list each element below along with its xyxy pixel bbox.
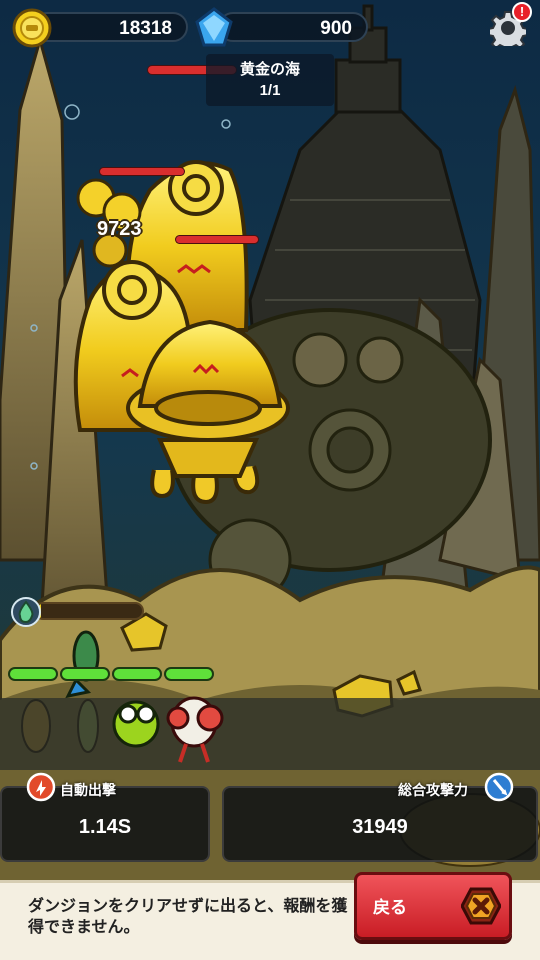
back-button[interactable]: 戻る xyxy=(354,872,512,940)
hero-hp-bar xyxy=(62,669,108,679)
game-screen: 18318 900 ! 黄金の海 1/1 9723 自動出撃 1.14S 総合攻… xyxy=(0,0,540,960)
notification-badge[interactable]: ! xyxy=(512,2,532,22)
enemy-hp-bar xyxy=(176,236,258,243)
stage-name: 黄金の海 xyxy=(239,60,300,78)
stage-progress: 1/1 xyxy=(259,82,281,99)
gold-amount: 18318 xyxy=(119,18,172,39)
attack-info-icon[interactable] xyxy=(484,772,514,802)
exit-warning-text: ダンジョンをクリアせずに出ると、報酬を獲得できません。 xyxy=(28,896,348,936)
gold-counter: 18318 xyxy=(32,12,188,42)
drop-skill-icon xyxy=(11,597,41,627)
stage-info: 黄金の海 1/1 xyxy=(206,54,334,106)
hero-hp-bar xyxy=(10,669,56,679)
enemy-hp-bar xyxy=(100,168,184,175)
total-attack-label: 総合攻撃力 xyxy=(398,783,468,799)
blue-gem-icon xyxy=(195,7,233,47)
hero-hp-bar xyxy=(166,669,212,679)
hero-hp-bar xyxy=(114,669,160,679)
close-x-icon xyxy=(461,887,501,925)
total-attack-value: 31949 xyxy=(352,816,408,838)
gold-coin-icon xyxy=(12,8,52,48)
auto-sortie-value: 1.14S xyxy=(78,816,132,838)
auto-sortie-label: 自動出撃 xyxy=(60,783,116,799)
gem-counter: 900 xyxy=(218,12,368,42)
skill-charge-gauge[interactable] xyxy=(10,596,144,628)
hero-green-frog xyxy=(112,700,160,748)
gem-amount: 900 xyxy=(320,18,352,39)
charge-track xyxy=(34,602,144,620)
damage-popup: 9723 xyxy=(97,218,142,240)
back-button-label: 戻る xyxy=(373,898,407,918)
auto-sortie-icon[interactable] xyxy=(26,772,56,802)
